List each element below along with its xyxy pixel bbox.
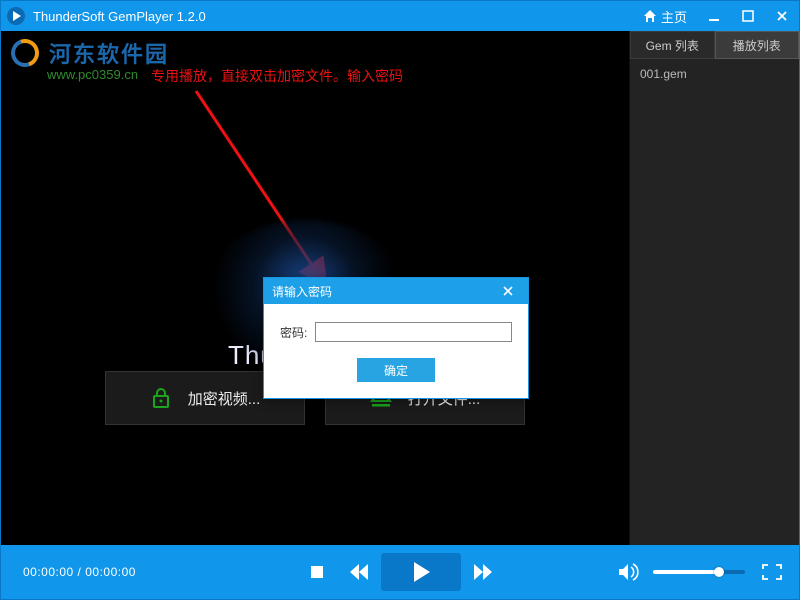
- dialog-ok-button[interactable]: 确定: [357, 358, 435, 382]
- watermark-cn-text: 河东软件园: [49, 37, 169, 69]
- control-bar: 00:00:00 / 00:00:00: [1, 545, 799, 599]
- lock-icon: [150, 387, 172, 409]
- close-button[interactable]: [765, 1, 799, 31]
- time-display: 00:00:00 / 00:00:00: [23, 565, 136, 579]
- minimize-button[interactable]: [697, 1, 731, 31]
- list-item[interactable]: 001.gem: [630, 63, 799, 85]
- tab-gem-list[interactable]: Gem 列表: [630, 31, 715, 59]
- volume-slider[interactable]: [653, 570, 745, 574]
- password-input[interactable]: [315, 322, 512, 342]
- home-button[interactable]: 主页: [633, 1, 697, 31]
- time-total: 00:00:00: [85, 565, 136, 579]
- dialog-titlebar[interactable]: 请输入密码: [264, 278, 528, 304]
- titlebar: ThunderSoft GemPlayer 1.2.0 主页: [1, 1, 799, 31]
- home-icon: [643, 9, 657, 23]
- home-label: 主页: [661, 7, 687, 26]
- app-title: ThunderSoft GemPlayer 1.2.0: [33, 9, 206, 24]
- password-dialog: 请输入密码 密码: 确定: [263, 277, 529, 399]
- maximize-button[interactable]: [731, 1, 765, 31]
- volume-icon: [619, 563, 639, 581]
- previous-button[interactable]: [339, 552, 379, 592]
- encrypt-video-label: 加密视频...: [188, 388, 261, 409]
- watermark-logo-icon: [7, 35, 43, 71]
- volume-button[interactable]: [615, 552, 643, 592]
- next-button[interactable]: [463, 552, 503, 592]
- dialog-title-text: 请输入密码: [272, 283, 332, 300]
- video-area: 河东软件园 www.pc0359.cn 专用播放，直接双击加密文件。输入密码 T…: [1, 31, 629, 545]
- fullscreen-button[interactable]: [755, 552, 789, 592]
- annotation-text: 专用播放，直接双击加密文件。输入密码: [151, 66, 403, 86]
- password-label: 密码:: [280, 324, 307, 341]
- dialog-close-button[interactable]: [502, 285, 520, 297]
- stop-button[interactable]: [297, 552, 337, 592]
- watermark-overlay: 河东软件园 www.pc0359.cn: [7, 35, 169, 82]
- app-logo-icon: [5, 5, 27, 27]
- play-button[interactable]: [381, 553, 461, 591]
- tab-playlist[interactable]: 播放列表: [715, 31, 800, 59]
- sidebar: Gem 列表 播放列表 001.gem: [629, 31, 799, 545]
- time-current: 00:00:00: [23, 565, 74, 579]
- sidebar-list: 001.gem: [630, 59, 799, 545]
- fullscreen-icon: [762, 564, 782, 580]
